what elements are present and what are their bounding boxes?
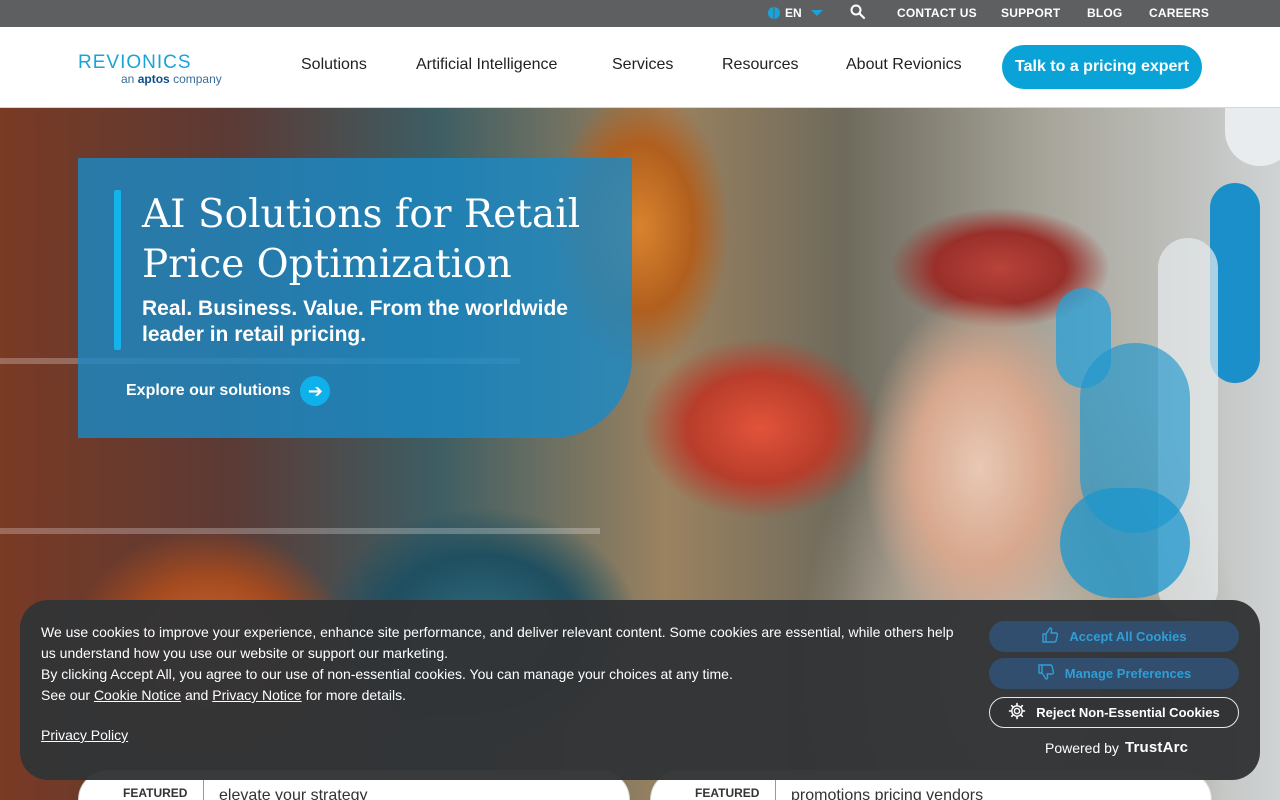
card-divider bbox=[203, 779, 204, 800]
language-label: EN bbox=[785, 6, 802, 20]
talk-to-pricing-expert-button[interactable]: Talk to a pricing expert bbox=[1002, 45, 1202, 89]
powered-by-label: Powered by bbox=[1045, 739, 1119, 756]
cookie-message: We use cookies to improve your experienc… bbox=[41, 622, 961, 706]
utility-bar: EN CONTACT US SUPPORT BLOG CAREERS bbox=[0, 0, 1280, 27]
cookie-notice-link[interactable]: Cookie Notice bbox=[94, 687, 181, 703]
hero-accent-bar bbox=[114, 190, 121, 350]
revionics-logo[interactable]: revionics an aptos company bbox=[78, 45, 228, 89]
chevron-down-icon bbox=[810, 10, 823, 16]
search-icon[interactable] bbox=[850, 4, 866, 20]
card-text: elevate your strategy bbox=[219, 787, 368, 800]
trustarc-logo[interactable]: TrustArc bbox=[1125, 739, 1188, 756]
gear-icon bbox=[1008, 702, 1026, 723]
utility-link-contact-us[interactable]: CONTACT US bbox=[897, 6, 977, 20]
accept-all-cookies-label: Accept All Cookies bbox=[1069, 629, 1187, 644]
accept-all-cookies-button[interactable]: Accept All Cookies bbox=[989, 621, 1239, 652]
cookie-message-line-3: See our Cookie Notice and Privacy Notice… bbox=[41, 687, 406, 703]
nav-resources[interactable]: Resources bbox=[722, 56, 798, 74]
main-header: revionics an aptos company Solutions Art… bbox=[0, 27, 1280, 108]
logo-wordmark: revionics bbox=[78, 44, 192, 74]
explore-solutions-link[interactable]: Explore our solutions ➔ bbox=[126, 376, 331, 406]
thumbs-down-icon bbox=[1037, 663, 1055, 684]
thumbs-up-icon bbox=[1041, 626, 1059, 647]
decorative-shape bbox=[1060, 488, 1190, 598]
explore-solutions-label: Explore our solutions bbox=[126, 382, 291, 399]
utility-link-careers[interactable]: CAREERS bbox=[1149, 6, 1209, 20]
privacy-notice-link[interactable]: Privacy Notice bbox=[212, 687, 301, 703]
nav-services[interactable]: Services bbox=[612, 56, 673, 74]
utility-link-blog[interactable]: BLOG bbox=[1087, 6, 1122, 20]
shelf-decoration bbox=[0, 528, 600, 534]
cookie-message-line-2: By clicking Accept All, you agree to our… bbox=[41, 666, 733, 682]
hero-title: AI Solutions for Retail Price Optimizati… bbox=[142, 192, 581, 287]
globe-icon bbox=[768, 7, 780, 19]
hero-panel: AI Solutions for Retail Price Optimizati… bbox=[78, 158, 632, 438]
nav-artificial-intelligence[interactable]: Artificial Intelligence bbox=[416, 56, 557, 74]
manage-preferences-label: Manage Preferences bbox=[1064, 666, 1192, 681]
reject-non-essential-cookies-label: Reject Non-Essential Cookies bbox=[1036, 705, 1220, 720]
powered-by-trustarc: Powered by TrustArc bbox=[1045, 739, 1188, 756]
nav-solutions[interactable]: Solutions bbox=[301, 56, 367, 74]
featured-tag: FEATURED bbox=[695, 786, 760, 800]
card-divider bbox=[775, 779, 776, 800]
reject-non-essential-cookies-button[interactable]: Reject Non-Essential Cookies bbox=[989, 697, 1239, 728]
privacy-policy-link[interactable]: Privacy Policy bbox=[41, 727, 128, 743]
decorative-shape bbox=[1225, 108, 1280, 166]
cookie-message-line-1: We use cookies to improve your experienc… bbox=[41, 624, 954, 661]
logo-tagline: an aptos company bbox=[121, 72, 222, 86]
nav-about-revionics[interactable]: About Revionics bbox=[846, 56, 962, 74]
hero-subtitle: Real. Business. Value. From the worldwid… bbox=[142, 297, 568, 346]
featured-tag: FEATURED bbox=[123, 786, 188, 800]
utility-link-support[interactable]: SUPPORT bbox=[1001, 6, 1060, 20]
cookie-banner: We use cookies to improve your experienc… bbox=[20, 600, 1260, 780]
language-selector[interactable]: EN bbox=[768, 6, 823, 20]
card-text: promotions pricing vendors bbox=[791, 787, 984, 800]
arrow-right-icon: ➔ bbox=[300, 376, 331, 406]
manage-preferences-button[interactable]: Manage Preferences bbox=[989, 658, 1239, 689]
